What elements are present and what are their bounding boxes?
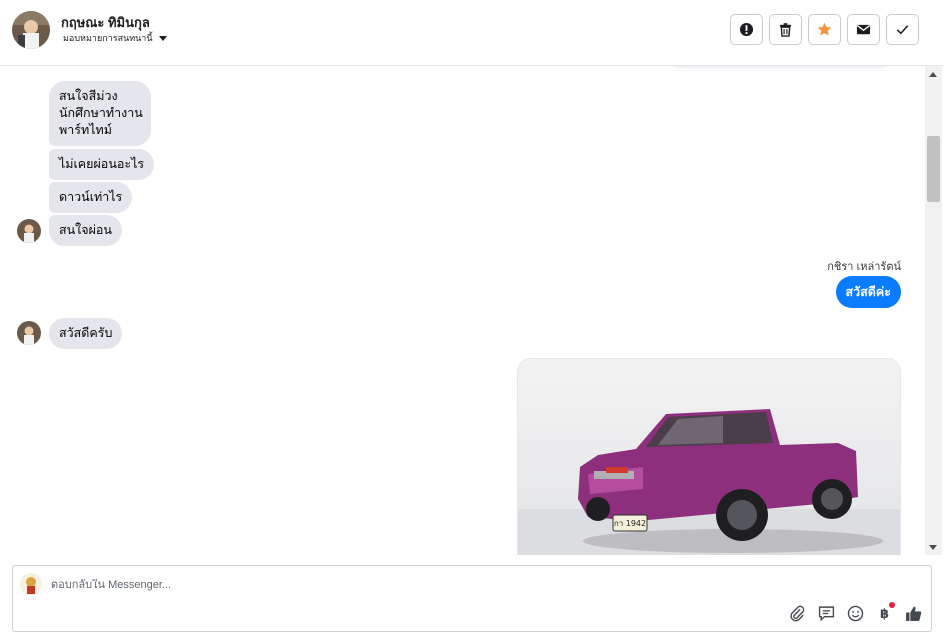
incoming-message[interactable]: สวัสดีครับ [49, 318, 123, 349]
contact-name: กฤษณะ ทิมินกุล [61, 15, 150, 30]
reply-input[interactable] [51, 579, 651, 591]
emoji-icon [847, 605, 864, 622]
message-line: พาร์ทไทม์ [59, 123, 112, 137]
payment-button[interactable]: ฿ [875, 602, 895, 623]
attached-photo[interactable]: กา 1942 [517, 358, 901, 555]
outgoing-sender-name: กชิรา เหล่ารัตน์ [827, 261, 901, 273]
payment-icon: ฿ [879, 605, 890, 621]
message-thread[interactable]: สนใจสีม่วง นักศึกษาทำงาน พาร์ทไทม์ ไม่เค… [0, 66, 925, 555]
thread-scrollbar[interactable] [925, 66, 942, 555]
thumbs-up-icon [906, 606, 922, 621]
scroll-thumb[interactable] [927, 136, 940, 202]
previous-message-edge [664, 66, 896, 68]
paperclip-icon [790, 605, 805, 622]
sender-avatar [17, 219, 41, 243]
star-button[interactable] [808, 14, 841, 45]
page-avatar [20, 573, 42, 595]
saved-reply-icon [818, 606, 835, 622]
outgoing-message[interactable]: สวัสดีค่ะ [835, 276, 901, 308]
car-photo: กา 1942 [518, 359, 900, 555]
reply-composer: ฿ [12, 565, 932, 632]
notification-dot [889, 602, 895, 608]
assign-conversation-dropdown[interactable]: มอบหมายการสนทนานี้ [63, 31, 167, 45]
mark-done-button[interactable] [886, 14, 919, 45]
contact-avatar[interactable] [12, 11, 50, 49]
attach-button[interactable] [788, 604, 807, 623]
conversation-actions [730, 14, 919, 45]
saved-replies-button[interactable] [817, 604, 836, 623]
like-button[interactable] [904, 604, 923, 623]
scroll-down-arrow-icon[interactable] [929, 545, 937, 550]
mark-spam-button[interactable] [730, 14, 763, 45]
emoji-button[interactable] [846, 604, 865, 623]
message-line: นักศึกษาทำงาน [59, 106, 143, 120]
mark-unread-button[interactable] [847, 14, 880, 45]
incoming-message[interactable]: ดาวน์เท่าไร [49, 182, 133, 213]
caret-down-icon [158, 35, 167, 41]
assign-label: มอบหมายการสนทนานี้ [63, 33, 153, 43]
report-icon [739, 22, 754, 37]
incoming-message[interactable]: ไม่เคยผ่อนอะไร [49, 149, 155, 180]
composer-toolbar: ฿ [788, 602, 923, 623]
star-icon [817, 22, 832, 36]
trash-icon [779, 23, 792, 37]
check-icon [896, 25, 909, 35]
delete-button[interactable] [769, 14, 802, 45]
scroll-up-arrow-icon[interactable] [929, 72, 937, 77]
incoming-message[interactable]: สนใจสีม่วง นักศึกษาทำงาน พาร์ทไทม์ [49, 81, 151, 146]
conversation-header: กฤษณะ ทิมินกุล มอบหมายการสนทนานี้ [0, 0, 944, 66]
mail-icon [856, 24, 871, 35]
incoming-message[interactable]: สนใจผ่อน [49, 215, 122, 246]
sender-avatar [17, 321, 41, 345]
plate-text: กา 1942 [614, 519, 646, 528]
message-line: สนใจสีม่วง [59, 89, 118, 103]
